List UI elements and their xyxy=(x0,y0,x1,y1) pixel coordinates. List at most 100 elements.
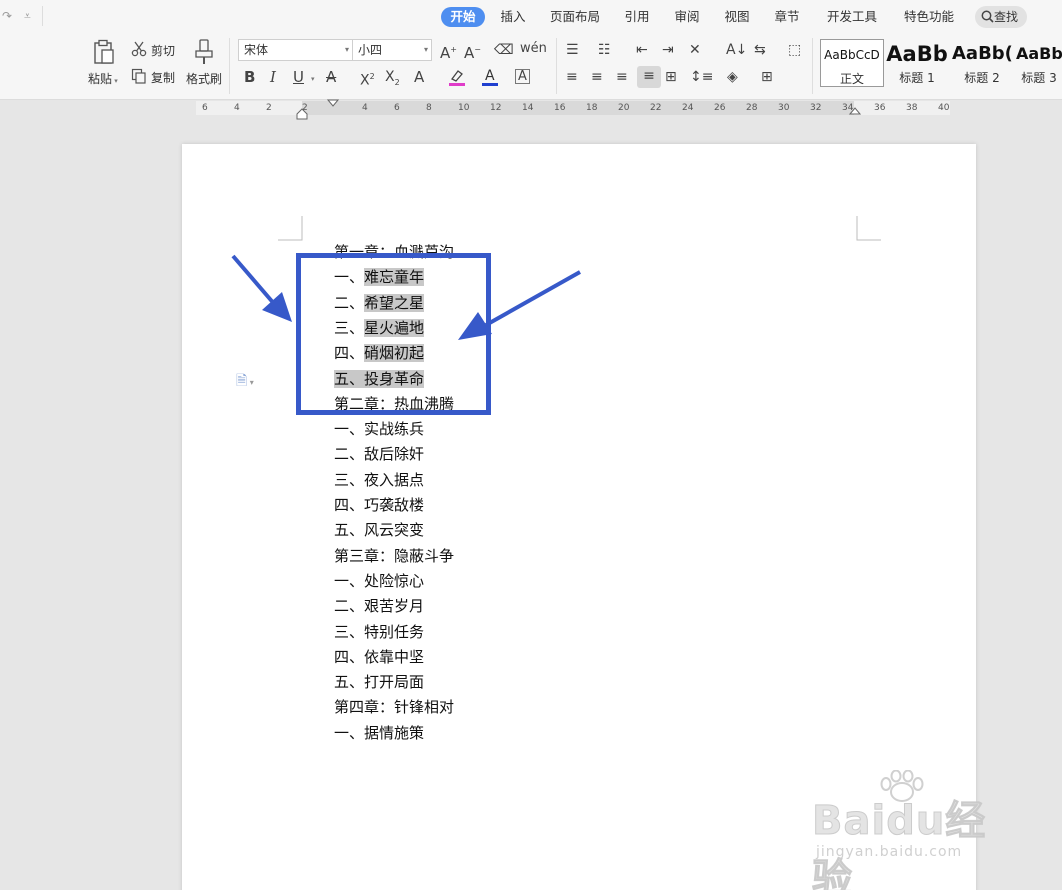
shrink-font-icon[interactable]: A− xyxy=(464,42,481,61)
bullet-list-icon[interactable]: ☰ xyxy=(566,42,579,58)
highlight-color-icon[interactable] xyxy=(448,68,466,86)
quick-access-divider xyxy=(42,6,43,26)
ruler-tick-label: 20 xyxy=(618,103,630,113)
subscript-icon[interactable]: X2 xyxy=(385,69,400,91)
ruler-tick-label: 28 xyxy=(746,103,758,113)
document-line[interactable]: 五、打开局面 xyxy=(334,670,424,695)
shading-icon[interactable]: ◈ xyxy=(727,69,738,85)
tab-references[interactable]: 引用 xyxy=(619,7,655,27)
phonetic-guide-icon[interactable]: wén xyxy=(520,41,547,57)
paste-dropdown-icon[interactable]: ▾ xyxy=(112,77,118,85)
format-painter-icon[interactable] xyxy=(193,39,215,65)
document-line[interactable]: 二、敌后除奸 xyxy=(334,442,424,467)
ruler-tick-label: 22 xyxy=(650,103,662,113)
document-line[interactable]: 二、艰苦岁月 xyxy=(334,594,424,619)
line-text[interactable]: 四、巧袭敌楼 xyxy=(334,496,424,514)
font-size-dropdown-icon[interactable]: ▾ xyxy=(424,40,428,60)
paste-icon[interactable] xyxy=(92,39,116,65)
justify-icon[interactable]: ≡ xyxy=(637,66,661,88)
line-text[interactable]: 一、实战练兵 xyxy=(334,420,424,438)
align-left-icon[interactable]: ≡ xyxy=(566,69,578,85)
horizontal-ruler[interactable]: 6 4 2 2 4 6 8 10 12 14 16 18 20 22 24 26 28 30 32 34 36 38 40 xyxy=(196,99,950,120)
tab-special-features[interactable]: 特色功能 xyxy=(899,7,959,27)
strikethrough-icon[interactable]: A xyxy=(326,69,336,85)
document-line[interactable]: 一、实战练兵 xyxy=(334,417,424,442)
underline-icon[interactable]: U xyxy=(293,69,304,85)
italic-icon[interactable]: I xyxy=(270,69,276,85)
line-text[interactable]: 四、依靠中坚 xyxy=(334,648,424,666)
document-line[interactable]: 四、巧袭敌楼 xyxy=(334,493,424,518)
copy-button[interactable]: 复制 xyxy=(151,69,175,86)
document-line[interactable]: 四、依靠中坚 xyxy=(334,645,424,670)
distributed-align-icon[interactable]: ⊞ xyxy=(665,69,677,85)
ruler-tick-label: 36 xyxy=(874,103,886,113)
document-line[interactable]: 一、处险惊心 xyxy=(334,569,424,594)
paragraph-layout-icon[interactable]: 🗎 ▾ xyxy=(236,370,254,394)
line-text[interactable]: 五、风云突变 xyxy=(334,521,424,539)
line-text[interactable]: 第三章：隐蔽斗争 xyxy=(334,547,454,565)
document-line[interactable]: 三、夜入据点 xyxy=(334,468,424,493)
document-line[interactable]: 第四章：针锋相对 xyxy=(334,695,454,720)
line-text[interactable]: 三、特别任务 xyxy=(334,623,424,641)
grow-font-icon[interactable]: A+ xyxy=(440,42,457,61)
tab-developer-tools[interactable]: 开发工具 xyxy=(823,7,881,27)
font-color-icon[interactable]: A xyxy=(481,68,499,86)
customize-quick-access-icon[interactable]: ⩡ xyxy=(24,9,31,24)
document-line[interactable]: 五、风云突变 xyxy=(334,518,424,543)
document-line[interactable]: 三、特别任务 xyxy=(334,620,424,645)
decrease-indent-icon[interactable]: ⇤ xyxy=(636,42,648,58)
tab-chapter[interactable]: 章节 xyxy=(769,7,805,27)
ruler-tick-label: 4 xyxy=(234,103,240,113)
clear-format-icon[interactable]: ⌫ xyxy=(494,42,514,58)
line-spacing-icon[interactable]: ↕≡ xyxy=(690,69,713,85)
align-center-icon[interactable]: ≡ xyxy=(591,69,603,85)
line-text[interactable]: 二、艰苦岁月 xyxy=(334,597,424,615)
sort-icon[interactable]: A↓ xyxy=(726,42,747,58)
ruler-tick-label: 2 xyxy=(266,103,272,113)
underline-dropdown-icon[interactable]: ▾ xyxy=(311,71,315,87)
paste-button[interactable]: 粘贴 ▾ xyxy=(88,70,118,87)
tab-review[interactable]: 审阅 xyxy=(669,7,705,27)
tab-page-layout[interactable]: 页面布局 xyxy=(547,7,603,27)
increase-indent-icon[interactable]: ⇥ xyxy=(662,42,674,58)
document-line[interactable]: 一、据情施策 xyxy=(334,721,424,746)
ribbon-divider xyxy=(812,38,813,94)
redo-icon[interactable]: ↷ xyxy=(2,9,12,23)
table-border-icon[interactable]: ⬚ xyxy=(788,42,801,58)
style-heading-3[interactable]: AaBb 标题 3 xyxy=(1016,39,1062,87)
document-line[interactable]: 第三章：隐蔽斗争 xyxy=(334,544,454,569)
ribbon-divider xyxy=(229,38,230,94)
style-heading-2[interactable]: AaBb( 标题 2 xyxy=(952,39,1012,87)
style-heading-1[interactable]: AaBb 标题 1 xyxy=(886,39,948,87)
font-name-dropdown-icon[interactable]: ▾ xyxy=(345,40,349,60)
line-text[interactable]: 第四章：针锋相对 xyxy=(334,698,454,716)
search-button[interactable]: 查找 xyxy=(975,6,1027,28)
format-painter-button[interactable]: 格式刷 xyxy=(186,70,222,87)
line-text[interactable]: 五、打开局面 xyxy=(334,673,424,691)
cut-button[interactable]: 剪切 xyxy=(151,42,175,59)
style-normal[interactable]: AaBbCcD 正文 xyxy=(820,39,884,87)
superscript-icon[interactable]: X2 xyxy=(360,69,375,89)
chinese-layout-icon[interactable]: ✕ xyxy=(689,42,701,58)
first-line-indent-marker[interactable] xyxy=(327,99,339,107)
style-name: 标题 1 xyxy=(899,71,935,85)
line-text[interactable]: 二、敌后除奸 xyxy=(334,445,424,463)
ruler-tick-label: 16 xyxy=(554,103,566,113)
tab-start[interactable]: 开始 xyxy=(441,7,485,27)
align-right-icon[interactable]: ≡ xyxy=(616,69,628,85)
borders-icon[interactable]: ⊞ xyxy=(761,69,773,85)
character-border-icon[interactable]: A xyxy=(515,69,530,84)
line-text[interactable]: 一、据情施策 xyxy=(334,724,424,742)
text-effect-icon[interactable]: A xyxy=(414,69,424,85)
right-indent-marker[interactable] xyxy=(849,105,861,115)
show-hide-marks-icon[interactable]: ⇆ xyxy=(754,42,766,58)
line-text[interactable]: 三、夜入据点 xyxy=(334,471,424,489)
numbered-list-icon[interactable]: ☷ xyxy=(598,42,611,58)
tab-insert[interactable]: 插入 xyxy=(495,7,531,27)
font-size-combo[interactable]: 小四 ▾ xyxy=(352,39,432,61)
line-text[interactable]: 一、处险惊心 xyxy=(334,572,424,590)
tab-view[interactable]: 视图 xyxy=(719,7,755,27)
bold-icon[interactable]: B xyxy=(244,69,255,85)
font-name-combo[interactable]: 宋体 ▾ xyxy=(238,39,353,61)
left-indent-marker[interactable] xyxy=(296,101,308,121)
